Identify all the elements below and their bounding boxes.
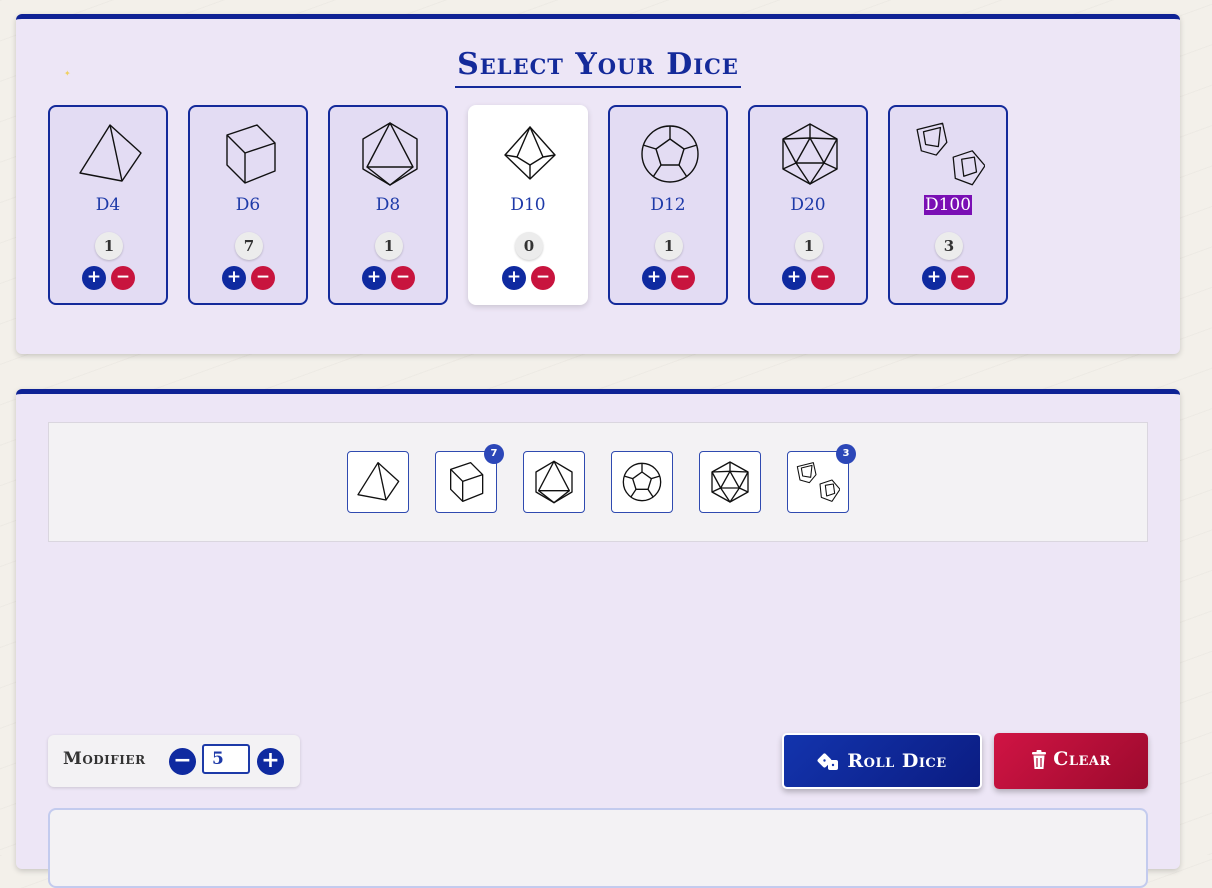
trash-icon <box>1032 750 1047 769</box>
d10-icon <box>504 126 556 180</box>
d100-icon <box>916 122 985 186</box>
panel-title: Select Your Dice <box>16 47 1180 88</box>
modifier-decrement-button[interactable]: − <box>169 748 196 775</box>
dice-count: 0 <box>515 232 543 260</box>
add-d20-button[interactable]: + <box>782 266 806 290</box>
dice-roll-panel: 7 3 Modifier − 5 + Roll Dice Clear <box>16 389 1180 888</box>
dice-icon <box>817 753 839 770</box>
d6-icon <box>450 462 484 502</box>
roll-dice-button[interactable]: Roll Dice <box>782 733 982 789</box>
modifier-label: Modifier <box>63 749 146 769</box>
dice-count: 1 <box>795 232 823 260</box>
select-dice-title: Select Your Dice <box>455 47 741 88</box>
tray-die-d12[interactable] <box>611 451 673 513</box>
dice-tray: 7 3 <box>48 422 1148 542</box>
dice-count: 7 <box>235 232 263 260</box>
d4-icon <box>357 462 400 501</box>
d4-icon <box>79 124 142 182</box>
dice-card-d100[interactable]: D100 3 + − <box>888 105 1008 305</box>
dice-card-d12[interactable]: D12 1 + − <box>608 105 728 305</box>
dice-label: D100 <box>890 195 1006 215</box>
add-d10-button[interactable]: + <box>502 266 526 290</box>
add-d8-button[interactable]: + <box>362 266 386 290</box>
dice-card-d4[interactable]: D4 1 + − <box>48 105 168 305</box>
remove-d10-button[interactable]: − <box>531 266 555 290</box>
count-badge: 7 <box>484 444 504 464</box>
tray-die-d4[interactable] <box>347 451 409 513</box>
remove-d20-button[interactable]: − <box>811 266 835 290</box>
remove-d6-button[interactable]: − <box>251 266 275 290</box>
remove-d12-button[interactable]: − <box>671 266 695 290</box>
add-d4-button[interactable]: + <box>82 266 106 290</box>
dice-card-d20[interactable]: D20 1 + − <box>748 105 868 305</box>
dice-select-panel: ✦ Select Your Dice D4 1 + − D6 7 + − D8 … <box>16 14 1180 354</box>
d8-icon <box>535 460 573 504</box>
modifier-control: Modifier − + <box>48 735 300 787</box>
d20-icon <box>711 461 749 503</box>
count-badge: 3 <box>836 444 856 464</box>
dice-label: D12 <box>650 195 686 215</box>
d8-icon <box>362 122 418 186</box>
dice-card-d10[interactable]: D10 0 + − <box>468 105 588 305</box>
dice-count: 1 <box>375 232 403 260</box>
d12-icon <box>622 462 662 502</box>
d20-icon <box>782 123 838 185</box>
clear-button[interactable]: Clear <box>994 733 1148 789</box>
dice-label: D4 <box>95 195 121 215</box>
add-d12-button[interactable]: + <box>642 266 666 290</box>
tray-die-d6[interactable]: 7 <box>435 444 504 513</box>
dice-card-d6[interactable]: D6 7 + − <box>188 105 308 305</box>
dice-label: D6 <box>235 195 261 215</box>
modifier-increment-button[interactable]: + <box>257 748 284 775</box>
add-d100-button[interactable]: + <box>922 266 946 290</box>
remove-d8-button[interactable]: − <box>391 266 415 290</box>
dice-count: 1 <box>95 232 123 260</box>
clear-label: Clear <box>1053 748 1111 770</box>
remove-d100-button[interactable]: − <box>951 266 975 290</box>
dice-card-d8[interactable]: D8 1 + − <box>328 105 448 305</box>
tray-die-d8[interactable] <box>523 451 585 513</box>
dice-label: D20 <box>790 195 826 215</box>
remove-d4-button[interactable]: − <box>111 266 135 290</box>
roll-dice-label: Roll Dice <box>847 750 947 772</box>
results-area <box>48 808 1148 888</box>
dice-count: 3 <box>935 232 963 260</box>
tray-die-d20[interactable] <box>699 451 761 513</box>
d12-icon <box>641 125 699 183</box>
dice-label: D8 <box>375 195 401 215</box>
add-d6-button[interactable]: + <box>222 266 246 290</box>
modifier-input[interactable] <box>202 744 250 774</box>
dice-count: 1 <box>655 232 683 260</box>
dice-label: D10 <box>510 195 546 215</box>
tray-die-d100[interactable]: 3 <box>787 444 856 513</box>
dice-label-highlight: D100 <box>923 195 973 215</box>
d6-icon <box>226 124 276 184</box>
d100-icon <box>796 462 840 502</box>
